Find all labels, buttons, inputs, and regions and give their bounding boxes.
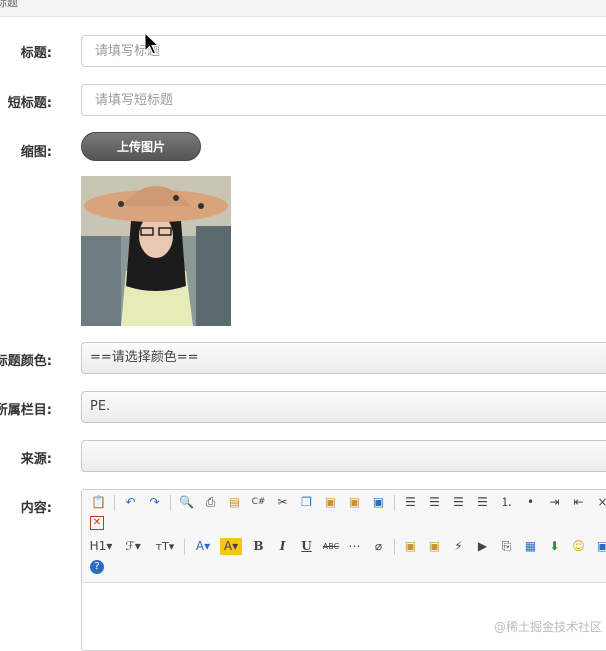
unordered-list-icon[interactable]: • [522,494,539,511]
top-bar: 标题 [0,0,606,17]
heading-icon[interactable]: H1▾ [88,538,114,555]
redo-icon[interactable]: ↷ [146,494,163,511]
code-icon[interactable]: C# [250,494,267,511]
highlight-icon[interactable]: A▾ [220,538,242,555]
indent-icon[interactable]: ⇥ [546,494,563,511]
align-right-icon[interactable]: ☰ [450,494,467,511]
multi-image-icon[interactable]: ▣ [426,538,443,555]
italic-icon[interactable]: I [274,538,291,555]
fullscreen-icon[interactable]: ✕ [90,516,104,530]
align-left-icon[interactable]: ☰ [402,494,419,511]
watermark: @稀土掘金技术社区 [493,620,602,634]
editor-toolbar: 📋 ↶ ↷ 🔍 ⎙ ▤ C# ✂ ❐ ▣ ▣ ▣ ☰ ☰ ☰ ☰ ⒈ • ⇥ ⇤… [82,490,606,583]
upload-image-button[interactable]: 上传图片 [81,132,201,161]
toolbar-separator [170,495,171,511]
category-label: 所属栏目: [0,403,52,418]
short-title-label: 短标题: [7,96,52,111]
paste-plain-icon[interactable]: ▣ [370,494,387,511]
preview-icon[interactable]: 🔍 [178,494,195,511]
template-icon[interactable]: ▤ [226,494,243,511]
toolbar-separator [114,495,115,511]
cut-icon[interactable]: ✂ [274,494,291,511]
title-color-label: 标题颜色: [0,354,52,369]
font-color-icon[interactable]: A▾ [192,538,214,555]
short-title-input[interactable] [81,84,606,116]
mouse-cursor-icon [144,32,160,55]
clear-format-icon[interactable]: ⌀ [370,538,387,555]
toolbar-separator [394,539,395,555]
copy-icon[interactable]: ❐ [298,494,315,511]
title-color-select[interactable]: ==请选择颜色== [81,342,606,374]
thumbnail-label: 缩图: [20,145,52,160]
bold-icon[interactable]: B [250,538,267,555]
flash-icon[interactable]: ⚡ [450,538,467,555]
header-partial-text: 标题 [0,0,18,9]
category-select[interactable]: PE. [81,391,606,423]
image-icon[interactable]: ▣ [402,538,419,555]
title-label: 标题: [20,46,52,61]
hr-icon[interactable]: ⋯ [346,538,363,555]
justify-icon[interactable]: ☰ [474,494,491,511]
content-label: 内容: [20,501,52,516]
print-icon[interactable]: ⎙ [202,494,219,511]
align-center-icon[interactable]: ☰ [426,494,443,511]
source-label: 来源: [20,452,52,467]
table-icon[interactable]: ▦ [522,538,539,555]
close-icon[interactable]: × [594,494,606,511]
font-size-icon[interactable]: тT▾ [152,538,178,555]
source-input[interactable] [81,440,606,472]
map-icon[interactable]: ▣ [594,538,606,555]
undo-icon[interactable]: ↶ [122,494,139,511]
emoticon-icon[interactable]: ☺ [570,538,587,555]
media-icon[interactable]: ▶ [474,538,491,555]
thumbnail-image [81,176,231,326]
attachment-icon[interactable]: ⎘ [498,538,515,555]
strikethrough-icon[interactable]: ABC [320,538,342,555]
paste-word-icon[interactable]: ▣ [346,494,363,511]
paste-text-icon[interactable]: ▣ [322,494,339,511]
help-icon[interactable]: ? [90,560,104,574]
outdent-icon[interactable]: ⇤ [570,494,587,511]
insert-icon[interactable]: ⬇ [546,538,563,555]
paste-icon[interactable]: 📋 [90,494,107,511]
toolbar-separator [394,495,395,511]
font-family-icon[interactable]: ℱ▾ [122,538,144,555]
ordered-list-icon[interactable]: ⒈ [498,494,515,511]
toolbar-separator [184,539,185,555]
underline-icon[interactable]: U [298,538,315,555]
